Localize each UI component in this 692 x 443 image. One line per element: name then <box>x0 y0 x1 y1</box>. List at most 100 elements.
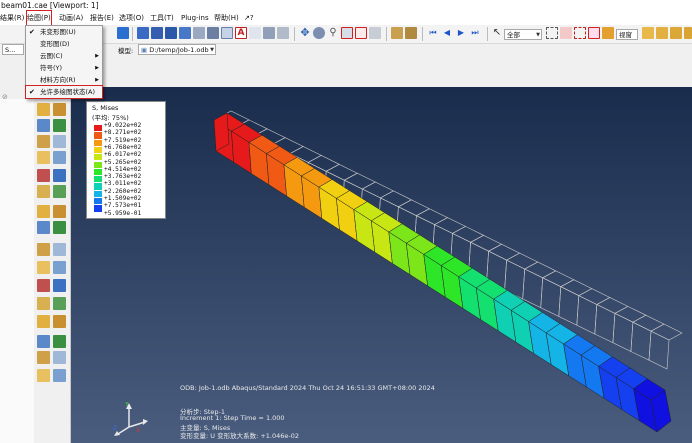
toolbox-tool-icon[interactable] <box>37 297 50 310</box>
menu-item-2[interactable]: 动画(A) <box>59 11 83 25</box>
display-group-icon[interactable] <box>602 27 614 39</box>
cube-front-icon[interactable] <box>656 27 668 39</box>
menu-item-6[interactable]: Plug-ins <box>181 11 209 25</box>
legend-swatch <box>94 139 102 146</box>
cube-side-icon[interactable] <box>684 27 692 39</box>
toolbox-tool-icon[interactable] <box>37 261 50 274</box>
plot-menu-item-1[interactable]: 变形图(D) <box>26 38 102 50</box>
toolbox-tool-icon[interactable] <box>53 297 66 310</box>
legend-swatch <box>94 190 102 197</box>
zoom-box-icon[interactable] <box>341 27 353 39</box>
toolbox-tool-icon[interactable] <box>37 243 50 256</box>
undeformed-top-face <box>650 323 683 341</box>
deformed-variable-info: 变形变量: U 变形放大系数: +1.046e-02 <box>180 432 300 440</box>
plot-menu-item-0[interactable]: ✔ 未变形图(U) <box>26 26 102 38</box>
toolbox-tool-icon[interactable] <box>37 351 50 364</box>
select-box-icon[interactable] <box>546 27 558 39</box>
toolbox-tool-icon[interactable] <box>37 335 50 348</box>
render-filled-icon[interactable] <box>165 27 177 39</box>
cube-top-icon[interactable] <box>670 27 682 39</box>
plot-menu-item-4[interactable]: 材料方向(R) ▶ <box>26 74 102 86</box>
plot-menu-item-5[interactable]: ✔ 允许多绘图状态(A) <box>25 85 103 99</box>
toolbox-tool-icon[interactable] <box>53 169 66 182</box>
toolbox-tool-icon[interactable] <box>37 221 50 234</box>
menu-item-4[interactable]: 选项(O) <box>119 11 144 25</box>
selection-filter-select[interactable]: 全部 ▼ <box>504 29 542 40</box>
toolbox-tool-icon[interactable] <box>37 205 50 218</box>
zoom-icon[interactable] <box>221 27 233 39</box>
toolbox-tool-icon[interactable] <box>53 205 66 218</box>
menu-item-7[interactable]: 帮助(H) <box>214 11 239 25</box>
undeformed-side-face <box>540 277 562 317</box>
toolbox-tool-icon[interactable] <box>37 315 50 328</box>
tree-toolbar-icon[interactable]: ⊘ <box>2 93 11 101</box>
arrow-annotation-icon[interactable] <box>249 27 261 39</box>
step-list-icon[interactable] <box>405 27 417 39</box>
toolbox-tool-icon[interactable] <box>53 185 66 198</box>
toolbox-tool-icon[interactable] <box>53 335 66 348</box>
model-path-select[interactable]: ▣ D:/temp/Job-1.odb ▼ <box>138 44 216 55</box>
render-wireframe-icon[interactable] <box>137 27 149 39</box>
last-frame-icon[interactable]: ⏭ <box>469 27 481 39</box>
menu-item-0[interactable]: 结果(R) <box>0 11 24 25</box>
toolbox-tool-icon[interactable] <box>37 279 50 292</box>
menu-item-8[interactable]: ↗? <box>244 11 254 25</box>
render-hidden-icon[interactable] <box>151 27 163 39</box>
select-drag-icon[interactable] <box>574 27 586 39</box>
first-frame-icon[interactable]: ⏮ <box>427 27 439 39</box>
axis-z-label: Z <box>113 425 117 432</box>
refresh-icon[interactable] <box>117 27 129 39</box>
prev-frame-icon[interactable]: ◀ <box>441 27 453 39</box>
window-title: beam01.cae [Viewport: 1] <box>0 0 692 11</box>
toolbox-tool-icon[interactable] <box>37 369 50 382</box>
menu-item-5[interactable]: 工具(T) <box>150 11 174 25</box>
select-highlight-icon[interactable] <box>560 27 572 39</box>
toolbox-tool-icon[interactable] <box>53 369 66 382</box>
frame-list-icon[interactable] <box>391 27 403 39</box>
rotate-icon[interactable] <box>313 27 325 39</box>
toolbox-tool-icon[interactable] <box>37 135 50 148</box>
menu-item-1[interactable]: 绘图(P) <box>26 10 52 26</box>
fit-view-icon[interactable] <box>355 27 367 39</box>
view-select[interactable]: 视窗 <box>616 29 638 40</box>
cube-iso-icon[interactable] <box>642 27 654 39</box>
toolbox-tool-icon[interactable] <box>53 279 66 292</box>
toolbox-tool-icon[interactable] <box>53 103 66 116</box>
undeformed-top-face <box>560 279 593 296</box>
render-shaded-icon[interactable] <box>179 27 191 39</box>
toolbox-tool-icon[interactable] <box>53 243 66 256</box>
camera-icon[interactable] <box>193 27 205 39</box>
toolbox-tool-icon[interactable] <box>53 351 66 364</box>
toolbox-tool-icon[interactable] <box>37 151 50 164</box>
toolbox-tool-icon[interactable] <box>37 103 50 116</box>
select-arrow-icon[interactable]: ↖ <box>491 27 503 39</box>
module-select[interactable]: S... <box>2 44 24 55</box>
table-icon[interactable] <box>263 27 275 39</box>
select-nodes-icon[interactable] <box>588 27 600 39</box>
submenu-arrow-icon: ▶ <box>95 53 99 59</box>
toolbox-tool-icon[interactable] <box>53 315 66 328</box>
axis-triad: Y X Z <box>113 402 148 436</box>
magnify-icon[interactable]: ⚲ <box>327 27 339 39</box>
checkmark-icon: ✔ <box>29 88 35 96</box>
undeformed-top-face <box>361 181 395 199</box>
toolbox-tool-icon[interactable] <box>53 261 66 274</box>
toolbox-tool-icon[interactable] <box>53 151 66 164</box>
next-frame-icon[interactable]: ▶ <box>455 27 467 39</box>
grid-icon[interactable] <box>207 27 219 39</box>
menu-item-3[interactable]: 报告(E) <box>90 11 114 25</box>
database-icon: ▣ <box>141 46 148 54</box>
text-annotation-icon[interactable]: A <box>235 27 247 39</box>
undeformed-top-face <box>415 208 449 225</box>
pan-icon[interactable]: ✥ <box>299 27 311 39</box>
cycle-view-icon[interactable] <box>369 27 381 39</box>
list-icon[interactable] <box>277 27 289 39</box>
toolbox-tool-icon[interactable] <box>53 135 66 148</box>
toolbox-tool-icon[interactable] <box>37 119 50 132</box>
plot-menu-item-3[interactable]: 符号(Y) ▶ <box>26 62 102 74</box>
toolbox-tool-icon[interactable] <box>53 119 66 132</box>
toolbox-tool-icon[interactable] <box>53 221 66 234</box>
toolbox-tool-icon[interactable] <box>37 185 50 198</box>
plot-menu-item-2[interactable]: 云图(C) ▶ <box>26 50 102 62</box>
toolbox-tool-icon[interactable] <box>37 169 50 182</box>
